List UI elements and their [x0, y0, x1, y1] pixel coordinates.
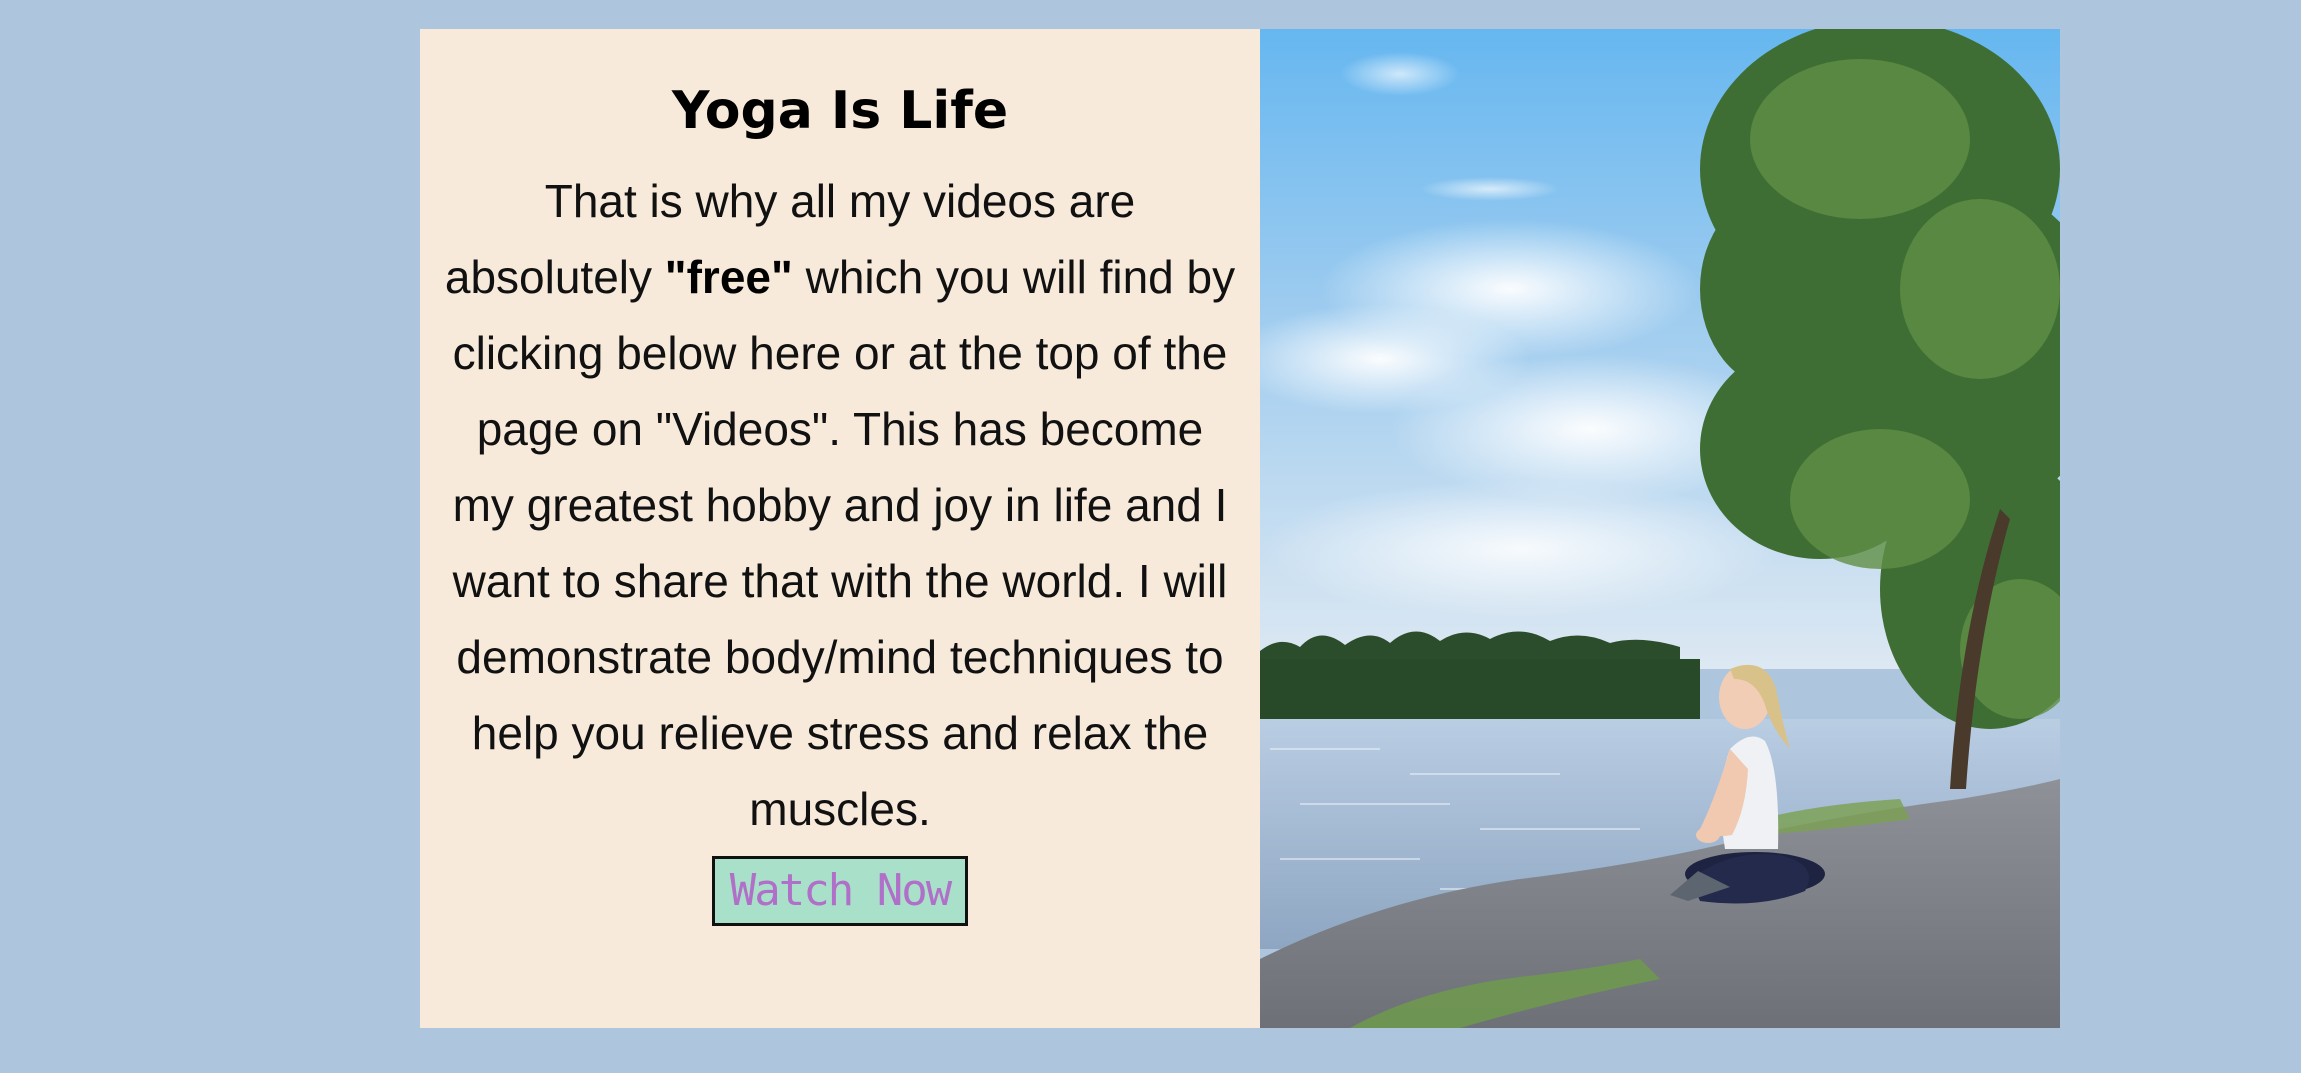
body-text-end: which you will find by clicking below he… — [452, 251, 1236, 836]
section-body: That is why all my videos are absolutely… — [440, 163, 1240, 847]
section-title: Yoga Is Life — [671, 81, 1009, 141]
hero-card: Yoga Is Life That is why all my videos a… — [420, 29, 2060, 1028]
yoga-photo — [1260, 29, 2060, 1028]
watch-now-button[interactable]: Watch Now — [712, 856, 968, 927]
text-panel: Yoga Is Life That is why all my videos a… — [420, 29, 1260, 1028]
body-text-bold-free: "free" — [664, 251, 793, 304]
